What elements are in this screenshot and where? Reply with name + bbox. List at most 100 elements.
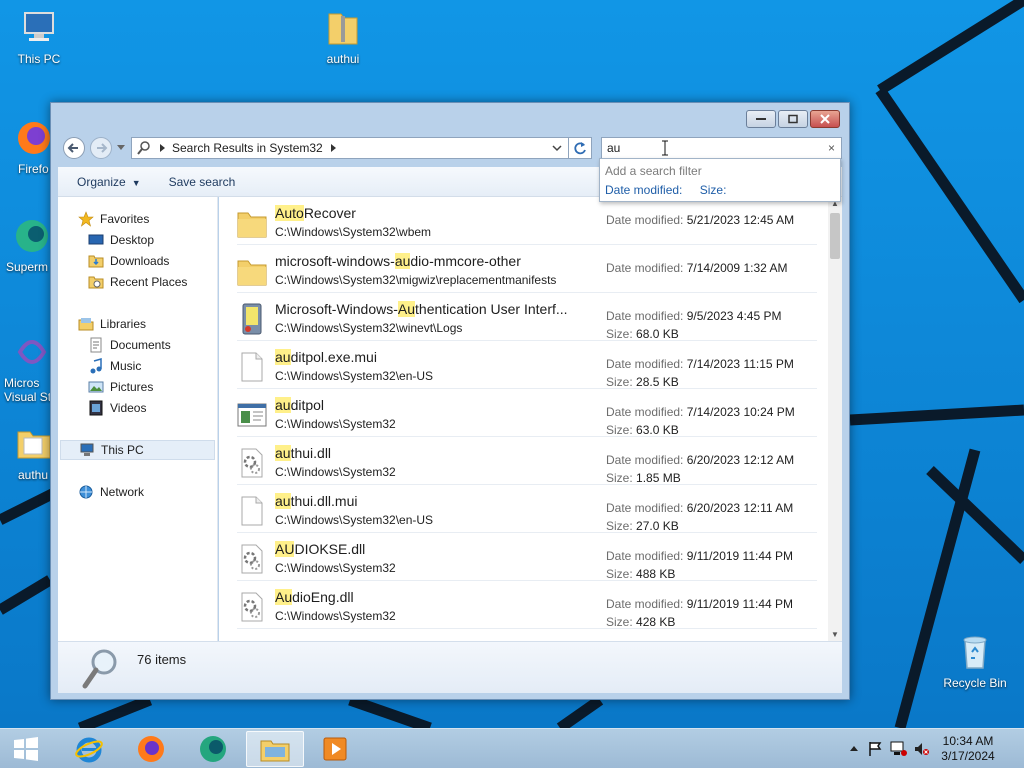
taskbar-file-explorer[interactable] <box>246 731 304 767</box>
result-date-modified: Date modified: 9/11/2019 11:44 PM <box>606 549 794 563</box>
result-row[interactable]: authui.dll.mui C:\Windows\System32\en-US D… <box>237 487 817 533</box>
nav-favorites[interactable]: Favorites <box>78 210 149 228</box>
result-name: AudioEng.dll <box>275 589 354 605</box>
nav-this-pc[interactable]: This PC <box>60 440 215 460</box>
status-bar: 76 items <box>58 641 842 693</box>
dll-icon <box>237 591 267 623</box>
downloads-icon <box>88 255 104 268</box>
result-path: C:\Windows\System32 <box>275 465 396 479</box>
start-button[interactable] <box>0 731 52 767</box>
show-hidden-icons-icon[interactable] <box>850 745 858 751</box>
address-bar[interactable]: Search Results in System32 <box>131 137 569 159</box>
result-size: Size: 428 KB <box>606 615 676 629</box>
search-input[interactable]: au <box>607 141 620 155</box>
app-icon <box>200 736 226 762</box>
search-match-highlight: au <box>394 253 411 269</box>
result-row[interactable]: AUDIOKSE.dll C:\Windows\System32 Date modi… <box>237 535 817 581</box>
result-size: Size: 488 KB <box>606 567 676 581</box>
result-path: C:\Windows\System32 <box>275 609 396 623</box>
refresh-button[interactable] <box>568 137 592 159</box>
nav-libraries[interactable]: Libraries <box>78 315 146 333</box>
result-date-modified: Date modified: 9/11/2019 11:44 PM <box>606 597 794 611</box>
nav-desktop-item[interactable]: Desktop <box>88 231 154 249</box>
result-path: C:\Windows\System32\en-US <box>275 369 434 383</box>
result-date-modified: Date modified: 7/14/2023 11:15 PM <box>606 357 794 371</box>
back-arrow-icon <box>67 143 78 153</box>
result-row[interactable]: Microsoft-Windows-Authentication User In… <box>237 295 817 341</box>
file-icon <box>237 351 267 383</box>
close-icon <box>820 114 830 124</box>
media-player-icon <box>323 737 347 761</box>
computer-icon <box>80 443 94 456</box>
taskbar-firefox[interactable] <box>122 731 180 767</box>
taskbar-media-player[interactable] <box>306 731 364 767</box>
forward-button[interactable] <box>90 137 112 159</box>
result-date-modified: Date modified: 7/14/2009 1:32 AM <box>606 261 788 275</box>
file-explorer-icon <box>260 740 290 762</box>
result-date-modified: Date modified: 6/20/2023 12:12 AM <box>606 453 795 467</box>
nav-network[interactable]: Network <box>78 483 144 501</box>
result-row[interactable]: AutoRecover C:\Windows\System32\wbem Date … <box>237 199 817 245</box>
breadcrumb-arrow-icon[interactable] <box>330 144 337 152</box>
back-button[interactable] <box>63 137 85 159</box>
navigation-pane: Favorites Desktop Downloads Recent Place… <box>58 197 218 641</box>
taskbar-internet-explorer[interactable] <box>60 731 118 767</box>
desktop-icon-this-pc[interactable]: This PC <box>1 8 77 66</box>
computer-icon <box>24 12 54 41</box>
item-count: 76 items <box>137 652 187 667</box>
music-icon <box>90 358 102 374</box>
result-path: C:\Windows\System32\migwiz\replacementma… <box>275 273 557 287</box>
nav-downloads[interactable]: Downloads <box>88 252 169 270</box>
vertical-scrollbar[interactable]: ▲ ▼ <box>828 197 842 641</box>
desktop-icon <box>88 234 104 245</box>
filter-date-modified[interactable]: Date modified: <box>605 183 682 197</box>
scroll-down-icon[interactable]: ▼ <box>831 630 839 639</box>
save-search-button[interactable]: Save search <box>169 175 236 189</box>
minimize-button[interactable] <box>746 110 776 128</box>
search-filter-hint: Add a search filter <box>605 164 702 178</box>
desktop-icon-recycle-bin[interactable]: Recycle Bin <box>937 632 1013 690</box>
application-icon <box>237 399 267 431</box>
folder-icon <box>237 207 267 239</box>
nav-documents[interactable]: Documents <box>88 336 171 354</box>
search-box[interactable]: au × <box>601 137 842 159</box>
visual-studio-icon <box>17 340 47 364</box>
close-button[interactable] <box>810 110 840 128</box>
desktop-icon-authui[interactable]: authui <box>305 8 381 66</box>
system-clock[interactable]: 10:34 AM 3/17/2024 <box>938 734 998 764</box>
recent-places-icon <box>88 276 104 289</box>
result-path: C:\Windows\System32\wbem <box>275 225 432 239</box>
result-row[interactable]: auditpol.exe.mui C:\Windows\System32\en-U… <box>237 343 817 389</box>
result-row[interactable]: microsoft-windows-audio-mmcore-other C:\W… <box>237 247 817 293</box>
maximize-button[interactable] <box>778 110 808 128</box>
folder-icon <box>237 255 267 287</box>
chevron-down-icon[interactable] <box>552 145 562 152</box>
organize-button[interactable]: Organize ▼ <box>77 175 141 189</box>
taskbar-app[interactable] <box>184 731 242 767</box>
result-row[interactable]: authui.dll C:\Windows\System32 Date modifi… <box>237 439 817 485</box>
nav-videos[interactable]: Videos <box>88 399 146 417</box>
recent-locations-chevron-icon[interactable] <box>117 145 125 151</box>
nav-music[interactable]: Music <box>88 357 141 375</box>
file-icon <box>237 495 267 527</box>
dll-icon <box>237 447 267 479</box>
result-row[interactable]: auditpol C:\Windows\System32 Date modified… <box>237 391 817 437</box>
volume-muted-icon[interactable] <box>914 741 930 757</box>
search-match-highlight: AU <box>275 541 295 557</box>
clock-time: 10:34 AM <box>942 734 994 748</box>
action-center-flag-icon[interactable] <box>868 741 882 757</box>
forward-arrow-icon <box>97 143 108 153</box>
nav-pictures[interactable]: Pictures <box>88 378 153 396</box>
network-status-icon[interactable] <box>890 741 908 757</box>
scroll-thumb[interactable] <box>830 213 840 259</box>
filter-size[interactable]: Size: <box>700 183 727 197</box>
breadcrumb[interactable]: Search Results in System32 <box>172 141 323 155</box>
nav-recent-places[interactable]: Recent Places <box>88 273 187 291</box>
result-row[interactable]: AudioEng.dll C:\Windows\System32 Date modi… <box>237 583 817 629</box>
recycle-bin-icon <box>963 636 987 669</box>
result-date-modified: Date modified: 7/14/2023 10:24 PM <box>606 405 795 419</box>
result-path: C:\Windows\System32 <box>275 417 396 431</box>
clear-search-button[interactable]: × <box>828 141 835 155</box>
search-match-highlight: au <box>275 349 291 365</box>
zip-folder-icon <box>328 13 358 45</box>
